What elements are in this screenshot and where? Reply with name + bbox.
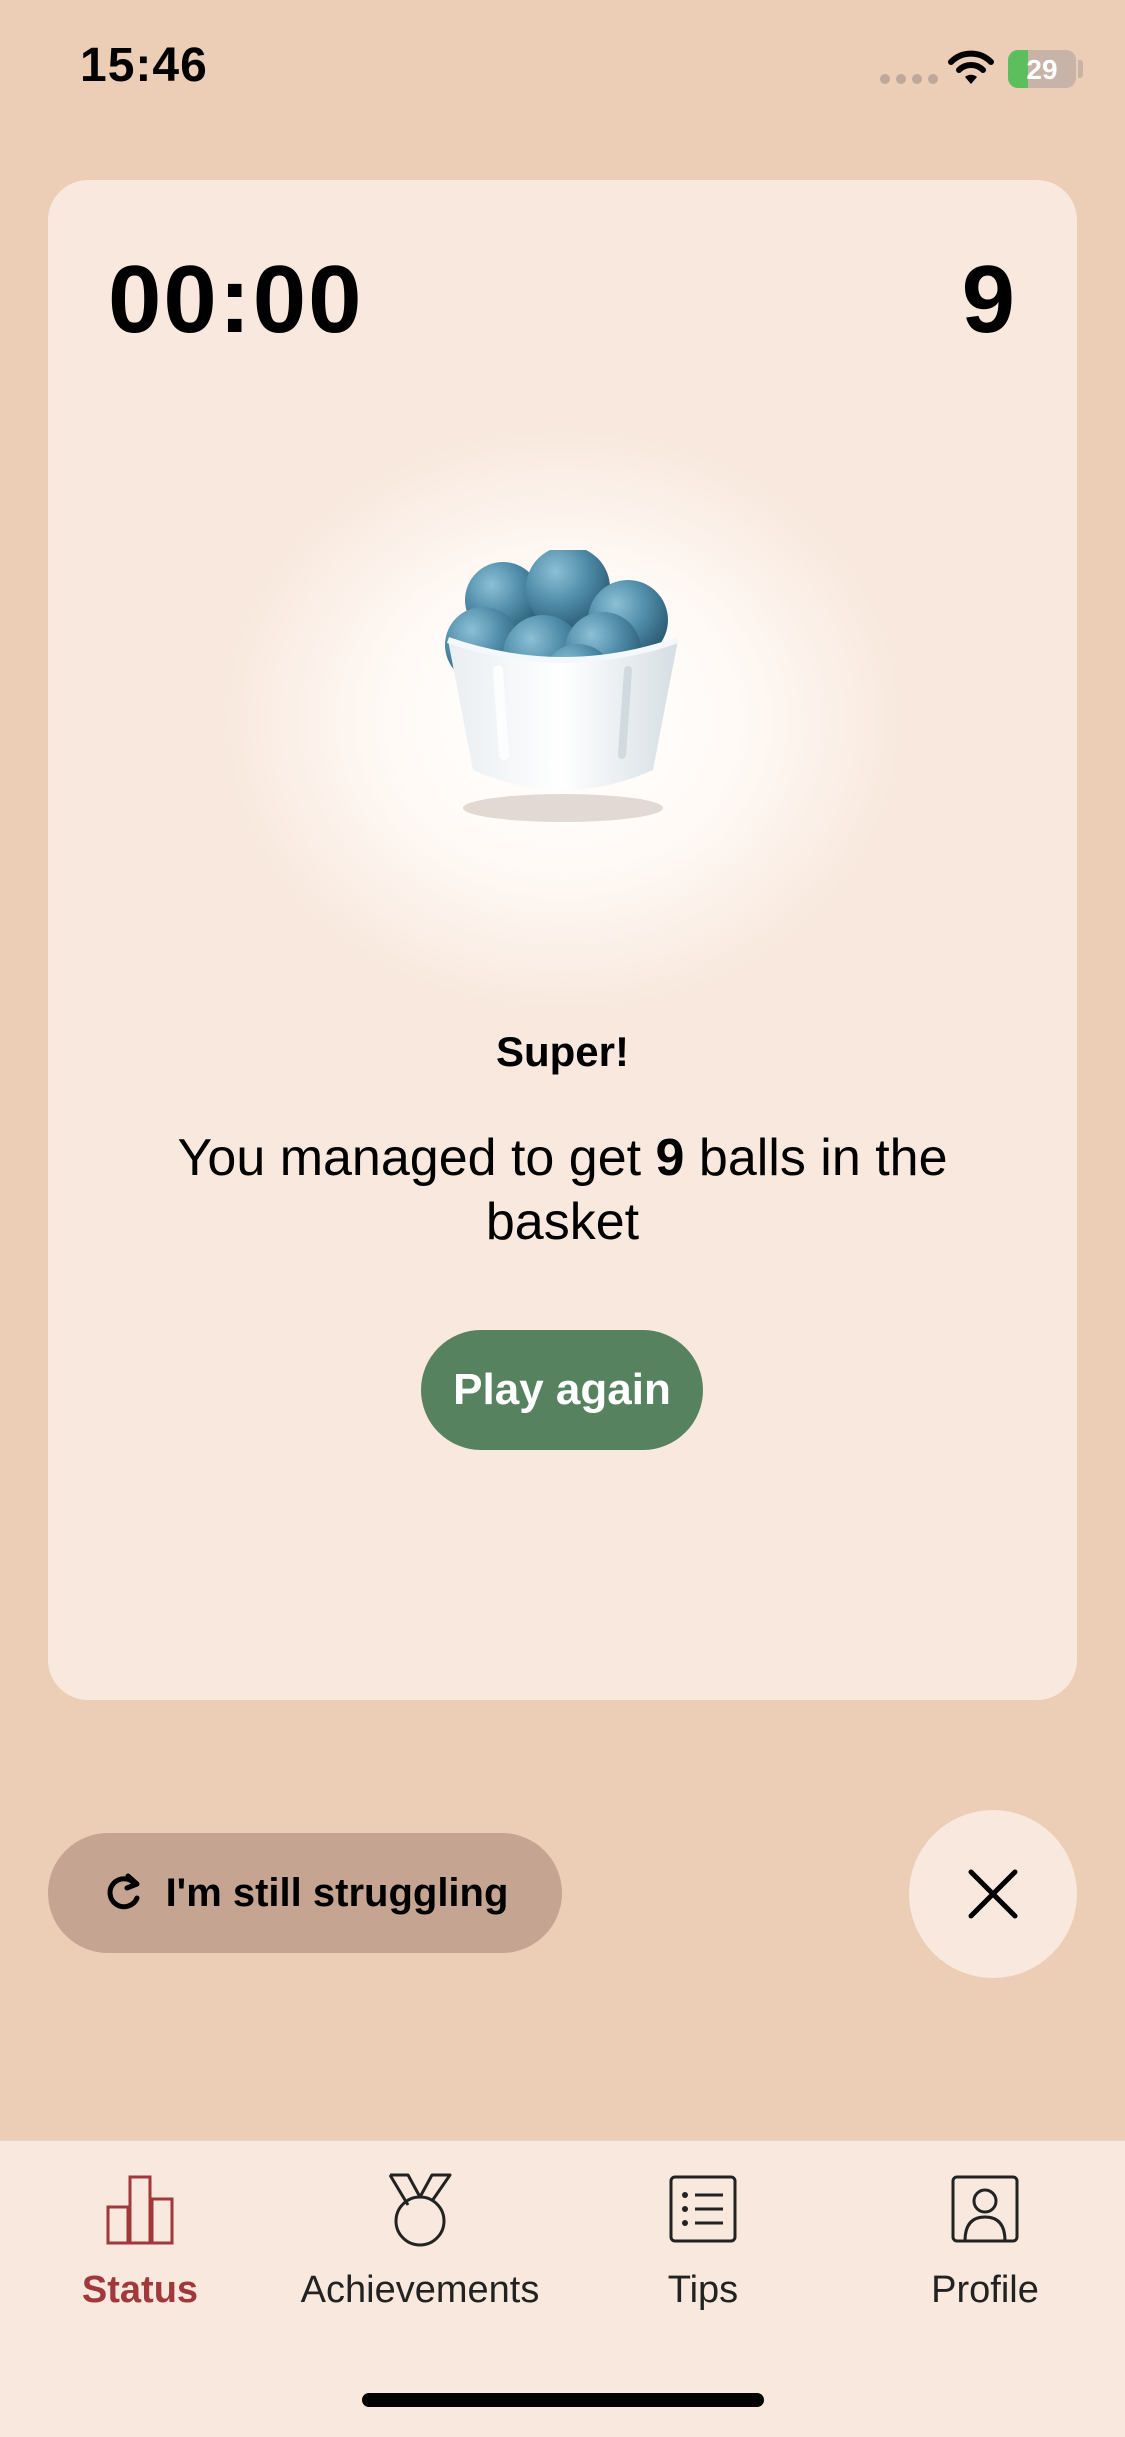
tab-status-label: Status [81, 2269, 199, 2311]
play-again-button[interactable]: Play again [421, 1330, 703, 1450]
game-score: 9 [961, 246, 1015, 353]
battery-level: 29 [1026, 54, 1058, 85]
result-title: Super! [495, 1028, 629, 1075]
battery-cap [1078, 60, 1083, 78]
tab-profile-label: Profile [931, 2269, 1039, 2311]
tab-tips-label: Tips [667, 2269, 739, 2311]
result-message: You managed to get 9 balls in the basket [148, 1126, 977, 1254]
refresh-icon [107, 1873, 140, 1910]
result-ball-count: 9 [655, 1129, 685, 1187]
bar-chart-icon [106, 2175, 174, 2245]
medal-icon [388, 2173, 452, 2247]
tab-achievements[interactable]: Achievements [280, 2171, 560, 2312]
basket-with-balls-icon [445, 550, 679, 822]
tab-tips[interactable]: Tips [563, 2171, 843, 2312]
status-time: 15:46 [80, 39, 208, 92]
battery-icon: 29 [1008, 50, 1076, 88]
wifi-icon [948, 50, 994, 84]
list-icon [669, 2175, 737, 2243]
profile-icon [951, 2175, 1019, 2243]
game-timer: 00:00 [108, 246, 364, 353]
close-icon [968, 1869, 1018, 1919]
close-button[interactable] [909, 1810, 1077, 1978]
cellular-signal-icon [880, 74, 938, 84]
status-bar: 15:46 29 [0, 0, 1125, 140]
result-message-prefix: You managed to get [177, 1129, 656, 1187]
still-struggling-button[interactable]: I'm still struggling [48, 1833, 562, 1953]
still-struggling-label: I'm still struggling [165, 1870, 509, 1915]
game-card: 00:00 9 Super! You managed to get 9 ball… [48, 180, 1077, 1700]
tab-achievements-label: Achievements [300, 2269, 540, 2311]
tab-profile[interactable]: Profile [845, 2171, 1125, 2312]
tab-status[interactable]: Status [0, 2171, 280, 2312]
home-indicator [362, 2393, 764, 2407]
